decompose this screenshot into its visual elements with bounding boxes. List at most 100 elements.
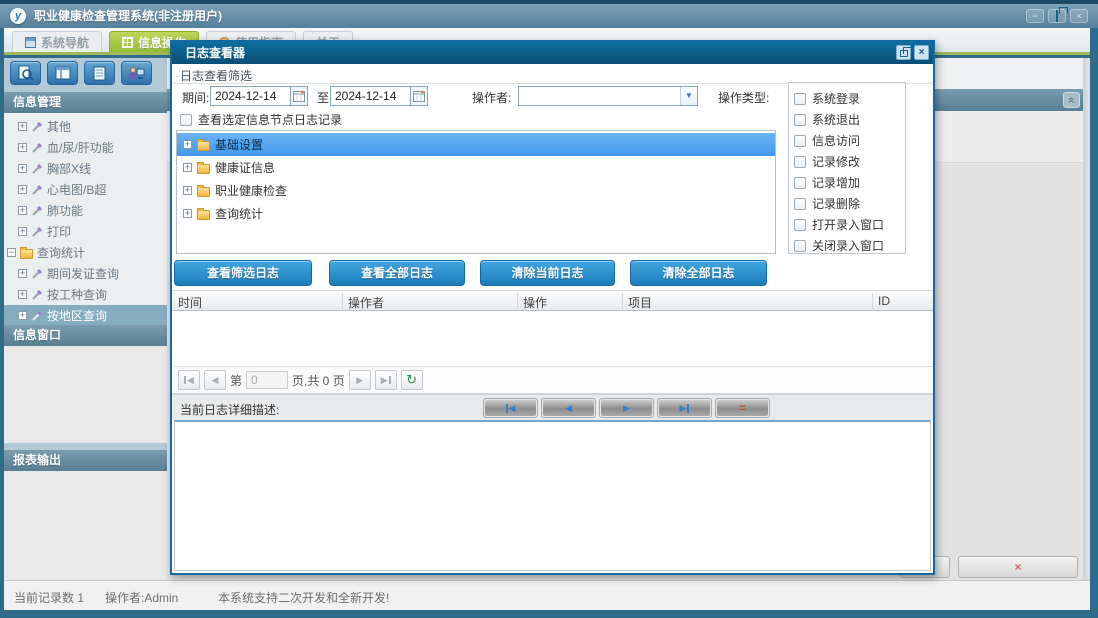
sidebar-item-query-stats[interactable]: − 查询统计 — [4, 242, 167, 263]
report-output-panel — [4, 471, 167, 580]
sidebar-item-period-cert-query[interactable]: + 期间发证查询 — [4, 263, 167, 284]
checkbox[interactable] — [794, 197, 806, 210]
restore-icon — [899, 47, 912, 57]
vertical-scrollbar[interactable] — [1083, 58, 1090, 580]
sidebar-item-chest-xray[interactable]: + 胸部X线 — [4, 158, 167, 179]
clear-all-logs-button[interactable]: 清除全部日志 — [630, 260, 767, 286]
expand-icon[interactable]: + — [183, 186, 192, 195]
date-from-picker-button[interactable] — [290, 86, 308, 106]
log-detail-textarea[interactable] — [174, 420, 931, 571]
sidebar-item-by-region-query[interactable]: + 按地区查询 — [4, 305, 167, 326]
expand-icon[interactable]: + — [183, 140, 192, 149]
page-suffix: 页,共 0 页 — [292, 373, 345, 388]
nav-last-button[interactable]: ▶ — [657, 398, 712, 418]
operator-select[interactable]: ▼ — [518, 86, 698, 106]
dialog-close-button[interactable]: × — [914, 45, 929, 60]
operator-select-value[interactable] — [519, 87, 679, 105]
checkbox[interactable] — [794, 218, 806, 231]
col-operation[interactable]: 操作 — [523, 294, 547, 311]
expand-icon[interactable]: + — [18, 143, 27, 152]
sidebar-item-print[interactable]: + 打印 — [4, 221, 167, 242]
tree-item-query-stats[interactable]: + 查询统计 — [177, 202, 775, 225]
expand-icon[interactable]: + — [18, 164, 27, 173]
node-filter-checkbox-row[interactable]: 查看选定信息节点日志记录 — [180, 111, 342, 128]
user-session-button[interactable] — [121, 61, 152, 85]
checkbox[interactable] — [794, 176, 806, 189]
wand-icon — [32, 121, 43, 132]
view-filtered-logs-button[interactable]: 查看筛选日志 — [174, 260, 312, 286]
sidebar-header-info-window[interactable]: 信息窗口 — [4, 325, 167, 346]
expand-icon[interactable]: + — [18, 122, 27, 131]
expand-icon[interactable]: + — [183, 209, 192, 218]
preview-search-button[interactable] — [10, 61, 41, 85]
minimize-button[interactable]: − — [1026, 9, 1044, 23]
background-close-button[interactable]: × — [958, 556, 1078, 578]
op-type-item[interactable]: 打开录入窗口 — [794, 214, 905, 235]
page-number-input[interactable] — [246, 371, 289, 389]
expand-icon[interactable]: + — [18, 185, 27, 194]
expand-icon[interactable]: + — [18, 269, 27, 278]
op-type-item[interactable]: 系统退出 — [794, 109, 905, 130]
checkbox[interactable] — [794, 134, 806, 147]
tree-item-occupational-exam[interactable]: + 职业健康检查 — [177, 179, 775, 202]
expand-icon[interactable]: + — [18, 290, 27, 299]
expand-icon[interactable]: + — [183, 163, 192, 172]
op-type-item[interactable]: 关闭录入窗口 — [794, 235, 905, 256]
expand-icon[interactable]: + — [18, 206, 27, 215]
view-all-logs-button[interactable]: 查看全部日志 — [329, 260, 465, 286]
sidebar-item-lung-function[interactable]: + 肺功能 — [4, 200, 167, 221]
last-page-button[interactable]: ▶ — [374, 370, 397, 390]
op-type-item[interactable]: 记录增加 — [794, 172, 905, 193]
refresh-button[interactable]: ↻ — [400, 370, 423, 390]
sidebar-header-report-output[interactable]: 报表输出 — [4, 450, 167, 471]
first-page-button[interactable]: ◀ — [178, 370, 200, 390]
document-button[interactable] — [84, 61, 115, 85]
sidebar-item-other[interactable]: + 其他 — [4, 116, 167, 137]
expand-icon[interactable]: + — [18, 311, 27, 320]
restore-button[interactable] — [1048, 9, 1066, 23]
col-id[interactable]: ID — [878, 294, 890, 308]
wand-icon — [32, 289, 43, 300]
close-button[interactable]: × — [1070, 9, 1088, 23]
sidebar-header-info-manage[interactable]: 信息管理 — [4, 92, 167, 113]
checkbox[interactable] — [794, 155, 806, 168]
expand-icon[interactable]: + — [18, 227, 27, 236]
sidebar-item-by-job-query[interactable]: + 按工种查询 — [4, 284, 167, 305]
date-from-input[interactable] — [210, 86, 290, 106]
date-to-picker-button[interactable] — [410, 86, 428, 106]
op-type-item[interactable]: 系统登录 — [794, 88, 905, 109]
detail-header: 当前日志详细描述: ◀ ◀ ▶ ▶ = — [172, 394, 933, 420]
collapse-panel-button[interactable]: « — [1063, 92, 1080, 108]
checkbox[interactable] — [794, 92, 806, 105]
checkbox[interactable] — [794, 239, 806, 252]
col-time[interactable]: 时间 — [178, 294, 202, 311]
op-type-item[interactable]: 信息访问 — [794, 130, 905, 151]
clear-current-logs-button[interactable]: 清除当前日志 — [480, 260, 615, 286]
nav-first-button[interactable]: ◀ — [483, 398, 538, 418]
nav-prev-button[interactable]: ◀ — [541, 398, 596, 418]
nav-next-button[interactable]: ▶ — [599, 398, 654, 418]
sidebar-item-ecg-bultrasound[interactable]: + 心电图/B超 — [4, 179, 167, 200]
window-layout-button[interactable] — [47, 61, 78, 85]
dialog-restore-button[interactable] — [896, 45, 912, 60]
tree-item-health-cert[interactable]: + 健康证信息 — [177, 156, 775, 179]
wand-icon — [32, 205, 43, 216]
col-operator[interactable]: 操作者 — [348, 294, 384, 311]
user-computer-icon — [130, 66, 145, 79]
op-type-item[interactable]: 记录修改 — [794, 151, 905, 172]
date-to-input[interactable] — [330, 86, 410, 106]
nav-equals-button[interactable]: = — [715, 398, 770, 418]
dialog-titlebar[interactable]: 日志查看器 × — [172, 42, 933, 64]
col-item[interactable]: 项目 — [628, 294, 652, 311]
prev-page-button[interactable]: ◀ — [204, 370, 226, 390]
sidebar-item-blood-urine-liver[interactable]: + 血/尿/肝功能 — [4, 137, 167, 158]
chevron-down-icon[interactable]: ▼ — [680, 87, 697, 105]
folder-icon — [197, 184, 210, 197]
tree-item-basic-settings[interactable]: + 基础设置 — [177, 133, 775, 156]
checkbox[interactable] — [180, 113, 192, 126]
op-type-item[interactable]: 记录删除 — [794, 193, 905, 214]
collapse-icon[interactable]: − — [7, 248, 16, 257]
tab-system-nav[interactable]: 系统导航 — [12, 31, 103, 52]
next-page-button[interactable]: ▶ — [348, 370, 371, 390]
checkbox[interactable] — [794, 113, 806, 126]
